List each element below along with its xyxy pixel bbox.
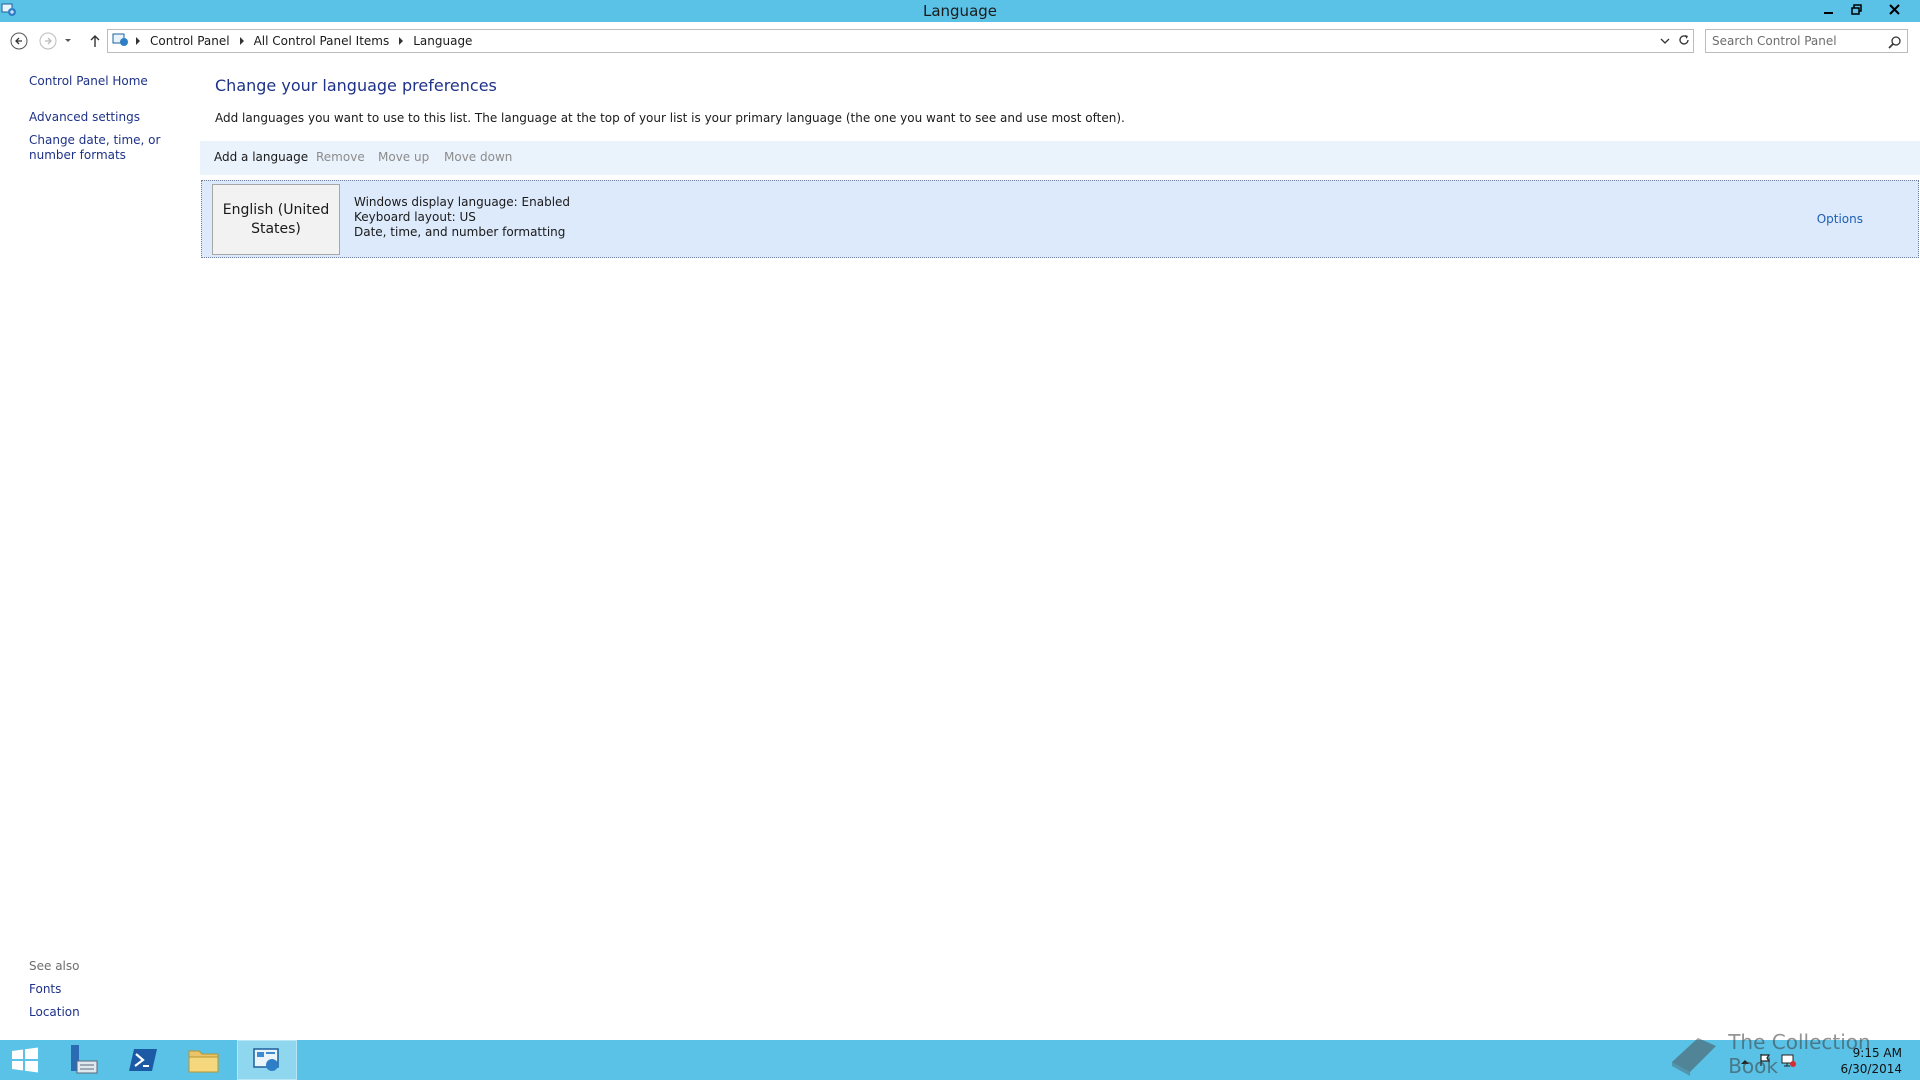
breadcrumb-separator-icon[interactable] — [399, 37, 404, 45]
close-button[interactable] — [1882, 0, 1908, 20]
language-list-item[interactable]: English (United States) Windows display … — [201, 180, 1919, 258]
book-icon — [1672, 1038, 1716, 1076]
formatting-status: Date, time, and number formatting — [354, 225, 566, 239]
watermark-text: The Collection Book — [1728, 1030, 1871, 1078]
control-panel-icon — [112, 32, 130, 51]
move-down-button[interactable]: Move down — [444, 150, 512, 164]
file-explorer-button[interactable] — [174, 1040, 234, 1080]
minimize-button[interactable] — [1816, 0, 1842, 20]
navigation-bar: Control Panel All Control Panel Items La… — [0, 22, 1920, 58]
add-language-button[interactable]: Add a language — [214, 150, 308, 164]
server-manager-icon — [71, 1045, 98, 1074]
display-language-status: Windows display language: Enabled — [354, 195, 571, 209]
server-manager-button[interactable] — [52, 1040, 112, 1080]
breadcrumb-control-panel[interactable]: Control Panel — [146, 34, 234, 48]
windows-logo-icon — [12, 1047, 38, 1073]
breadcrumb-separator-icon[interactable] — [136, 37, 140, 45]
address-bar[interactable]: Control Panel All Control Panel Items La… — [107, 29, 1694, 53]
location-link[interactable]: Location — [29, 1005, 80, 1020]
move-up-button[interactable]: Move up — [378, 150, 429, 164]
watermark: The Collection Book — [1668, 1030, 1920, 1078]
title-bar: Language — [0, 0, 1920, 22]
up-button[interactable] — [84, 30, 106, 52]
powershell-button[interactable] — [113, 1040, 173, 1080]
powershell-icon — [129, 1049, 157, 1071]
chevron-down-icon — [65, 39, 71, 42]
refresh-icon — [1679, 35, 1689, 45]
forward-arrow-icon — [39, 32, 57, 50]
search-input[interactable] — [1710, 32, 1880, 50]
control-panel-home-link[interactable]: Control Panel Home — [29, 74, 148, 89]
keyboard-layout-status: Keyboard layout: US — [354, 210, 476, 224]
back-button[interactable] — [8, 30, 30, 52]
see-also-label: See also — [29, 959, 80, 973]
page-description: Add languages you want to use to this li… — [215, 111, 1125, 125]
control-panel-taskbar-button[interactable] — [237, 1040, 297, 1080]
close-icon — [1889, 4, 1900, 15]
restore-button[interactable] — [1844, 0, 1870, 20]
forward-button[interactable] — [37, 30, 59, 52]
page-title: Change your language preferences — [215, 76, 497, 95]
language-name-tile: English (United States) — [212, 184, 340, 255]
address-history-dropdown[interactable] — [1659, 32, 1671, 51]
up-arrow-icon — [90, 35, 100, 47]
back-arrow-icon — [10, 32, 28, 50]
refresh-button[interactable] — [1677, 32, 1691, 51]
recent-pages-button[interactable] — [61, 30, 75, 52]
breadcrumb-language[interactable]: Language — [409, 34, 476, 48]
remove-button[interactable]: Remove — [316, 150, 365, 164]
search-icon[interactable] — [1888, 34, 1902, 53]
folder-icon — [188, 1050, 219, 1073]
language-toolbar: Add a language Remove Move up Move down — [200, 141, 1920, 175]
search-box[interactable] — [1705, 29, 1908, 53]
advanced-settings-link[interactable]: Advanced settings — [29, 110, 140, 125]
restore-icon — [1851, 4, 1862, 15]
breadcrumb-all-items[interactable]: All Control Panel Items — [250, 34, 394, 48]
left-navigation-pane: Control Panel Home Advanced settings Cha… — [0, 58, 200, 1038]
language-details: Windows display language: Enabled Keyboa… — [354, 195, 570, 240]
control-panel-icon — [253, 1048, 279, 1071]
minimize-icon — [1824, 12, 1833, 14]
window-title: Language — [922, 2, 998, 20]
change-date-time-formats-link[interactable]: Change date, time, or number formats — [29, 133, 194, 163]
start-button[interactable] — [0, 1040, 50, 1080]
language-options-link[interactable]: Options — [1817, 212, 1863, 226]
fonts-link[interactable]: Fonts — [29, 982, 61, 997]
breadcrumb: Control Panel All Control Panel Items La… — [110, 32, 476, 50]
breadcrumb-separator-icon[interactable] — [239, 37, 244, 45]
taskbar: 9:15 AM 6/30/2014 — [0, 1040, 1920, 1080]
chevron-down-icon — [1660, 38, 1670, 44]
